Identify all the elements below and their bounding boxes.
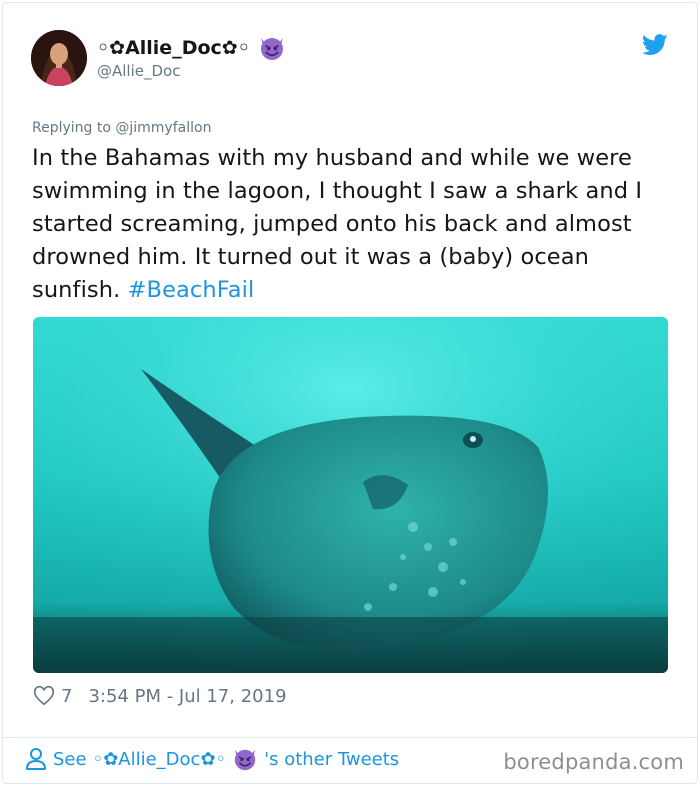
tweet-media-image[interactable] [33,317,668,673]
devil-emoji-icon [260,38,283,60]
replying-to-label: Replying to @jimmyfallon [32,120,212,136]
see-other-tweets-link[interactable]: See ◦✿Allie_Doc✿◦ 's other Tweets [25,746,399,772]
tweet-timestamp[interactable]: 3:54 PM - Jul 17, 2019 [88,686,286,707]
twitter-bird-icon[interactable] [642,34,668,56]
hashtag-link[interactable]: #BeachFail [128,277,255,303]
author-handle[interactable]: @Allie_Doc [97,61,180,81]
heart-icon[interactable] [33,685,55,707]
boredpanda-watermark: boredpanda.com [503,750,684,774]
other-tweets-suffix: 's other Tweets [264,748,400,770]
devil-emoji-icon [234,749,256,771]
footer-divider [2,737,698,738]
author-avatar[interactable] [31,30,87,86]
person-icon [26,748,46,770]
footer-author-name: ◦✿Allie_Doc✿◦ [92,748,227,770]
see-prefix: See [53,748,87,770]
like-count[interactable]: 7 [61,686,72,707]
display-name-text[interactable]: ◦✿Allie_Doc✿◦ [97,36,250,60]
author-display-name[interactable]: ◦✿Allie_Doc✿◦ [97,34,286,62]
tweet-body: In the Bahamas with my husband and while… [32,142,672,307]
tweet-meta: 7 3:54 PM - Jul 17, 2019 [33,685,287,707]
tweet-text: In the Bahamas with my husband and while… [32,145,643,303]
